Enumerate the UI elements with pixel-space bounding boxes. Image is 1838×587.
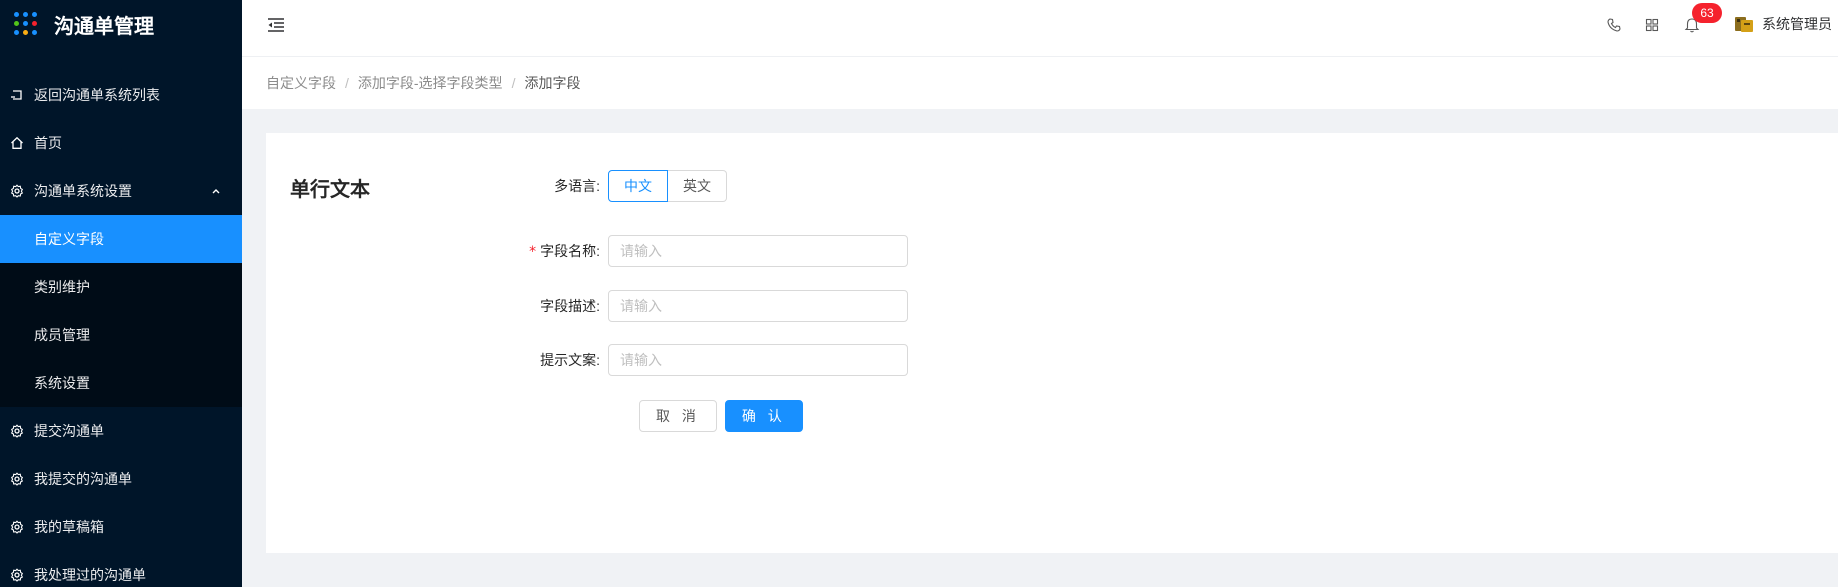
form-card: 单行文本 多语言: 中文 英文 *字段名称: 字段描述: 提示文案: 取 消 确… — [266, 133, 1838, 553]
lang-chinese-button[interactable]: 中文 — [608, 170, 668, 202]
submenu-system-settings: 自定义字段 类别维护 成员管理 系统设置 — [0, 215, 242, 407]
breadcrumb-select-field-type[interactable]: 添加字段-选择字段类型 — [358, 73, 503, 93]
sidebar-item-submit-form[interactable]: 提交沟通单 — [0, 407, 242, 455]
sidebar-item-processed[interactable]: 我处理过的沟通单 — [0, 551, 242, 587]
gear-icon — [10, 472, 24, 486]
breadcrumb-custom-fields[interactable]: 自定义字段 — [266, 73, 336, 93]
menu-fold-icon[interactable] — [266, 16, 286, 34]
chevron-up-icon — [212, 189, 220, 194]
sidebar-item-category-maintenance[interactable]: 类别维护 — [0, 263, 242, 311]
gear-icon — [10, 424, 24, 438]
apps-grid-icon — [14, 12, 38, 36]
breadcrumb-separator: / — [511, 75, 516, 91]
sidebar-item-label: 提交沟通单 — [34, 423, 104, 439]
breadcrumb-separator: / — [345, 75, 349, 91]
phone-icon[interactable] — [1606, 17, 1622, 33]
sidebar-item-label: 系统设置 — [34, 375, 90, 391]
sidebar-item-my-submitted[interactable]: 我提交的沟通单 — [0, 455, 242, 503]
sidebar-item-home[interactable]: 首页 — [0, 119, 242, 167]
language-toggle: 中文 英文 — [608, 170, 727, 202]
sidebar-item-settings[interactable]: 系统设置 — [0, 359, 242, 407]
app-logo: 沟通单管理 — [0, 0, 242, 48]
sidebar-item-label: 沟通单系统设置 — [34, 183, 132, 199]
sidebar-item-drafts[interactable]: 我的草稿箱 — [0, 503, 242, 551]
avatar — [1734, 14, 1754, 34]
hint-text-input[interactable] — [608, 344, 908, 376]
sidebar-item-label: 类别维护 — [34, 279, 90, 295]
lang-english-button[interactable]: 英文 — [668, 170, 727, 202]
breadcrumb: 自定义字段 / 添加字段-选择字段类型 / 添加字段 — [242, 57, 1838, 109]
hint-text-label: 提示文案: — [540, 352, 600, 368]
sidebar-item-label: 我的草稿箱 — [34, 519, 104, 535]
sidebar-item-back-to-list[interactable]: 返回沟通单系统列表 — [0, 71, 242, 119]
field-name-label-text: 字段名称: — [540, 243, 600, 259]
sidebar-item-custom-fields[interactable]: 自定义字段 — [0, 215, 242, 263]
top-header: 63 系统管理员 — [242, 0, 1838, 57]
field-desc-input[interactable] — [608, 290, 908, 322]
field-name-row: * 字段名称: — [266, 235, 908, 267]
sidebar-item-label: 成员管理 — [34, 327, 90, 343]
breadcrumb-add-field: 添加字段 — [524, 75, 581, 91]
language-row: 多语言: 中文 英文 — [266, 170, 727, 202]
language-label: 多语言: — [554, 178, 600, 194]
sidebar-item-label: 首页 — [34, 135, 62, 151]
return-icon — [10, 88, 24, 102]
field-name-input[interactable] — [608, 235, 908, 267]
field-name-label: * 字段名称: — [266, 241, 608, 261]
gear-icon — [10, 184, 24, 198]
sidebar-item-label: 我处理过的沟通单 — [34, 567, 146, 583]
gear-icon — [10, 520, 24, 534]
sidebar-menu: 返回沟通单系统列表 首页 沟通单系统设置 自定义字段 类别维护 成员管理 系统设… — [0, 71, 242, 587]
user-name: 系统管理员 — [1762, 16, 1832, 32]
home-icon — [10, 136, 24, 150]
hint-text-row: 提示文案: — [266, 344, 908, 376]
sidebar-item-label: 自定义字段 — [34, 231, 104, 247]
sidebar: 沟通单管理 返回沟通单系统列表 首页 沟通单系统设置 自定义字段 类别维护 成员… — [0, 0, 242, 587]
sidebar-item-label: 我提交的沟通单 — [34, 471, 132, 487]
field-desc-label: 字段描述: — [540, 298, 600, 314]
gear-icon — [10, 568, 24, 582]
notification-badge: 63 — [1692, 3, 1722, 23]
required-mark: * — [529, 244, 537, 260]
app-title: 沟通单管理 — [54, 15, 154, 38]
field-desc-row: 字段描述: — [266, 290, 908, 322]
apps-icon[interactable] — [1644, 17, 1660, 33]
sidebar-item-member-management[interactable]: 成员管理 — [0, 311, 242, 359]
sidebar-item-system-settings[interactable]: 沟通单系统设置 — [0, 167, 242, 215]
cancel-button[interactable]: 取 消 — [639, 400, 717, 432]
confirm-button[interactable]: 确 认 — [724, 400, 803, 432]
user-menu[interactable]: 系统管理员 — [1734, 14, 1832, 34]
sidebar-item-label: 返回沟通单系统列表 — [34, 87, 160, 103]
form-actions: 取 消 确 认 — [639, 400, 803, 432]
